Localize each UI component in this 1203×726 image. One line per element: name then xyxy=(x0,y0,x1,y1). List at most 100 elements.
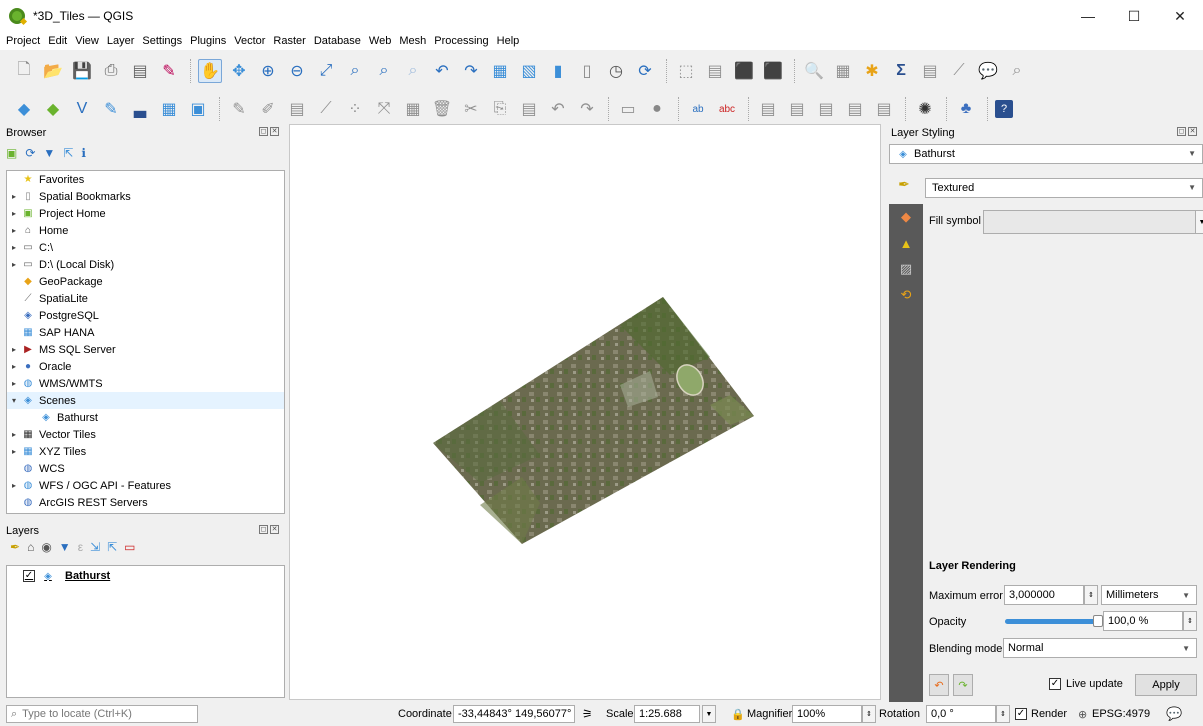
paste-icon[interactable]: ▤ xyxy=(517,97,541,121)
new-print-layout-icon[interactable]: ⎙ xyxy=(99,59,123,83)
magnifier-spinner[interactable]: ⇕ xyxy=(862,705,876,723)
undo-style-button[interactable]: ↶ xyxy=(929,674,949,696)
messages-icon[interactable]: 💬 xyxy=(1166,706,1182,722)
history-tab-icon[interactable]: ⟲ xyxy=(889,282,923,308)
rotation-spinner[interactable]: ⇕ xyxy=(996,705,1010,723)
layout-manager-icon[interactable]: ▤ xyxy=(128,59,152,83)
bookmark-new-icon[interactable]: ▦ xyxy=(488,59,512,83)
labels-tab-icon[interactable]: ▲ xyxy=(889,230,923,256)
add-layer-icon[interactable]: ◆ xyxy=(12,97,36,121)
magnifier-input[interactable]: 100% xyxy=(792,705,862,723)
browser-item-scenes[interactable]: ▾ ◈ Scenes xyxy=(7,392,284,409)
menu-view[interactable]: View xyxy=(75,35,99,47)
browser-item-oracle[interactable]: ▸ ● Oracle xyxy=(7,358,284,375)
collapse-all-icon[interactable]: ⇱ xyxy=(63,146,73,160)
expand-arrow-icon[interactable]: ▸ xyxy=(7,345,21,354)
locator-search-input[interactable]: ⌕ Type to locate (Ctrl+K) xyxy=(6,705,198,723)
layer-diagram-icon[interactable]: abc xyxy=(715,97,739,121)
layer-labeling-icon[interactable]: ab xyxy=(686,97,710,121)
opacity-input[interactable]: 100,0 % xyxy=(1103,611,1183,631)
add-wms-icon[interactable]: ▦ xyxy=(157,97,181,121)
expand-arrow-icon[interactable]: ▸ xyxy=(7,379,21,388)
select-features-icon[interactable]: ⬚ xyxy=(674,59,698,83)
opacity-spinner[interactable]: ⇕ xyxy=(1183,611,1197,631)
refresh-icon[interactable]: ⟳ xyxy=(25,146,35,160)
maximize-button[interactable]: ☐ xyxy=(1111,0,1157,32)
browser-item-c[interactable]: ▸ ▭ C:\ xyxy=(7,239,284,256)
menu-web[interactable]: Web xyxy=(369,35,391,47)
browser-item-project-home[interactable]: ▸ ▣ Project Home xyxy=(7,205,284,222)
modify-attributes-icon[interactable]: ⤧ xyxy=(372,97,396,121)
new-map-view-icon[interactable]: ▯ xyxy=(575,59,599,83)
browser-item-postgresql[interactable]: ◈ PostgreSQL xyxy=(7,307,284,324)
style-manager-icon[interactable]: ✎ xyxy=(157,59,181,83)
menu-vector[interactable]: Vector xyxy=(234,35,265,47)
scale-input[interactable]: 1:25.688 xyxy=(634,705,700,723)
toggle-extents-icon[interactable]: ⚞ xyxy=(582,707,593,721)
rotate-label-icon[interactable]: ▤ xyxy=(843,97,867,121)
menu-project[interactable]: Project xyxy=(6,35,40,47)
rotation-input[interactable]: 0,0 ° xyxy=(926,705,996,723)
opacity-slider-handle[interactable] xyxy=(1093,615,1103,627)
close-panel-icon[interactable]: ✕ xyxy=(270,127,279,136)
identify-icon[interactable]: 🔍 xyxy=(802,59,826,83)
expand-arrow-icon[interactable]: ▸ xyxy=(7,260,21,269)
measure-line-icon[interactable]: ⟋ xyxy=(947,59,971,83)
menu-raster[interactable]: Raster xyxy=(273,35,305,47)
browser-item-ms-sql-server[interactable]: ▸ ▶ MS SQL Server xyxy=(7,341,284,358)
remove-layer-icon[interactable]: ▭ xyxy=(124,540,135,554)
blending-mode-dropdown[interactable]: Normal ▼ xyxy=(1003,638,1197,658)
browser-item-arcgis-rest-servers[interactable]: ◍ ArcGIS REST Servers xyxy=(7,494,284,511)
filter-icon[interactable]: ▼ xyxy=(43,146,55,160)
live-update-toggle[interactable]: ✓ Live update xyxy=(1049,678,1123,690)
browser-item-xyz-tiles[interactable]: ▸ ▦ XYZ Tiles xyxy=(7,443,284,460)
max-error-spinner[interactable]: ⇕ xyxy=(1084,585,1098,605)
map-canvas[interactable] xyxy=(289,124,881,700)
map-tips-icon[interactable]: 💬 xyxy=(976,59,1000,83)
menu-help[interactable]: Help xyxy=(497,35,520,47)
add-selected-layers-icon[interactable]: ▣ xyxy=(6,146,17,160)
browser-item-geopackage[interactable]: ◆ GeoPackage xyxy=(7,273,284,290)
close-panel-icon[interactable]: ✕ xyxy=(270,525,279,534)
browser-item-sap-hana[interactable]: ▦ SAP HANA xyxy=(7,324,284,341)
browser-item-spatial-bookmarks[interactable]: ▸ ▯ Spatial Bookmarks xyxy=(7,188,284,205)
fill-symbol-button[interactable] xyxy=(983,210,1197,234)
attribute-table-icon[interactable]: ▤ xyxy=(703,59,727,83)
rendering-tab-icon[interactable]: ▨ xyxy=(889,256,923,282)
mapswipe-plugin-icon[interactable]: ✺ xyxy=(913,97,937,121)
browser-item-wms-wmts[interactable]: ▸ ◍ WMS/WMTS xyxy=(7,375,284,392)
digitize-icon[interactable]: ⟋ xyxy=(314,97,338,121)
symbology-tab-icon[interactable]: ◆ xyxy=(889,204,923,230)
sum-icon[interactable]: Σ xyxy=(889,59,913,83)
clock-icon[interactable]: ◷ xyxy=(604,59,628,83)
menu-mesh[interactable]: Mesh xyxy=(399,35,426,47)
browser-item-favorites[interactable]: ★ Favorites xyxy=(7,171,284,188)
cut-icon[interactable]: ✂ xyxy=(459,97,483,121)
fill-symbol-menu-button[interactable]: ▼ xyxy=(1195,210,1203,234)
expand-arrow-icon[interactable]: ▸ xyxy=(7,481,21,490)
save-edits-icon[interactable]: ▤ xyxy=(285,97,309,121)
collapse-all-icon[interactable]: ⇱ xyxy=(107,540,117,554)
add-virtual-layer-icon[interactable]: ▣ xyxy=(186,97,210,121)
expand-all-icon[interactable]: ⇲ xyxy=(90,540,100,554)
add-delimited-icon[interactable]: ✎ xyxy=(99,97,123,121)
expand-arrow-icon[interactable]: ▸ xyxy=(7,209,21,218)
expand-arrow-icon[interactable]: ▸ xyxy=(7,447,21,456)
minimize-button[interactable]: — xyxy=(1065,0,1111,32)
zoom-full-icon[interactable]: ⤢ xyxy=(314,59,338,83)
properties-icon[interactable]: ℹ xyxy=(81,146,86,160)
float-panel-icon[interactable]: ◻ xyxy=(259,525,268,534)
add-group-icon[interactable]: ⌂ xyxy=(27,540,34,554)
open-project-icon[interactable]: 📂 xyxy=(41,59,65,83)
pan-icon[interactable]: ✋ xyxy=(198,59,222,83)
open-styling-icon[interactable]: ✒ xyxy=(10,540,20,554)
expand-arrow-icon[interactable]: ▾ xyxy=(7,396,21,405)
expand-arrow-icon[interactable]: ▸ xyxy=(7,192,21,201)
vertex-tool-icon[interactable]: ⁘ xyxy=(343,97,367,121)
float-panel-icon[interactable]: ◻ xyxy=(259,127,268,136)
select-by-expression-icon[interactable]: ⬛ xyxy=(761,59,785,83)
browser-item-wfs-ogc-api-features[interactable]: ▸ ◍ WFS / OGC API - Features xyxy=(7,477,284,494)
add-raster-icon[interactable]: V xyxy=(70,97,94,121)
move-feature-icon[interactable]: ▦ xyxy=(401,97,425,121)
max-error-input[interactable]: 3,000000 xyxy=(1004,585,1084,605)
